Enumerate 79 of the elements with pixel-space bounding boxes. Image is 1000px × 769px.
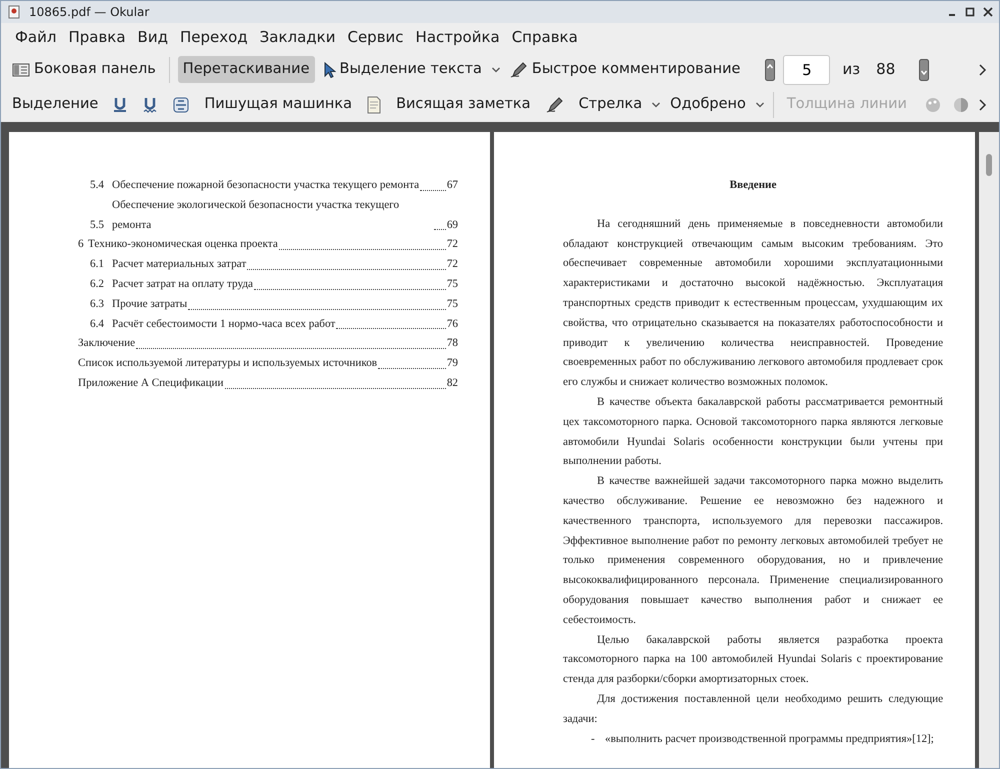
close-icon[interactable] — [983, 7, 993, 17]
page-count: 88 — [876, 59, 896, 80]
page-down-icon[interactable] — [919, 58, 930, 80]
squiggle-underline-icon[interactable] — [143, 96, 158, 112]
tool-button[interactable]: Выделение текста — [318, 56, 487, 84]
scrollbar-thumb[interactable] — [986, 154, 992, 176]
menu-item[interactable]: Справка — [506, 24, 584, 51]
toc-page-number: 75 — [446, 296, 458, 312]
toc-page-number: 78 — [446, 336, 458, 352]
toc-entry[interactable]: Приложение А Спецификации — [78, 374, 224, 394]
tool-button[interactable]: Перетаскивание — [178, 56, 314, 84]
toc-number: 6.4 — [90, 316, 105, 332]
toc-page-number: 72 — [446, 237, 458, 252]
maximize-icon[interactable] — [965, 7, 975, 17]
toc-entry[interactable]: Обеспечение экологической безопасности участка текущего ремонта — [112, 196, 433, 236]
caret-icon[interactable] — [754, 100, 765, 108]
paragraph: В качестве важнейшей задачи таксомоторного парка можно выделить качество обслуживание. Решение ее невозможно без надежного и качественного транспорта, используемого для перевозки пассажиров. Эффективное выполнение работ по ремонту легковых автомобилей требует не только применения современного оборудования, но и привлечение высококвалифицированного персонала. Применение специализированного оборудования повышает качество выполнения работ и снижает ее себестоимость. — [563, 474, 944, 628]
chevron-right-icon[interactable] — [977, 98, 987, 112]
sidebar-button[interactable]: Боковая панель — [7, 56, 161, 84]
dot-leader — [378, 368, 446, 369]
opacity-icon — [952, 96, 970, 112]
annotation-tool-button[interactable]: Выделение — [7, 90, 104, 118]
menu-item[interactable]: Сервис — [341, 24, 410, 51]
annotation-tool-button[interactable]: Пишущая машинка — [199, 90, 358, 118]
menu-item[interactable]: Переход — [174, 24, 254, 51]
toc-page-number: 75 — [446, 276, 458, 292]
page-number-field[interactable]: 5 — [783, 54, 830, 84]
sidebar-icon — [12, 62, 30, 78]
toc-entry[interactable]: Прочие затраты — [112, 294, 188, 315]
annotation-tool-button[interactable]: Висящая заметка — [391, 90, 536, 118]
page-of-label: из — [842, 59, 860, 80]
toc-number: 5.5 — [90, 218, 105, 233]
caret-icon[interactable] — [490, 66, 501, 74]
menu-item[interactable]: Файл — [9, 24, 62, 51]
toc-number: 5.4 — [90, 178, 105, 193]
page-up-icon[interactable] — [765, 58, 776, 80]
paragraph: В качестве объекта бакалаврской работы рассматривается ремонтный цех таксомоторного парка. Основой таксомоторного парка являются легковые автомобили Hyundai Solaris особенности конструкции были учтены при выполнении работы. — [563, 394, 944, 470]
menu-item[interactable]: Правка — [62, 24, 132, 51]
chevron-right-icon[interactable] — [977, 62, 987, 76]
menu-item[interactable]: Настройка — [410, 24, 506, 51]
toc-entry[interactable]: Технико-экономическая оценка проекта — [88, 235, 278, 256]
toc-entry[interactable]: Расчёт себестоимости 1 нормо-часа всех работ — [112, 314, 336, 334]
toc-entry[interactable]: Список используемой литературы и используемых источников — [78, 354, 378, 374]
toc-page-number: 69 — [446, 218, 458, 233]
annotation-tool-button[interactable]: Одобрено — [665, 90, 751, 118]
toc-page-number: 67 — [446, 178, 458, 193]
caret-icon[interactable] — [651, 100, 662, 108]
section-heading: Введение — [728, 178, 778, 193]
pen-icon[interactable] — [546, 96, 564, 112]
menu-item[interactable]: Вид — [132, 24, 174, 51]
paragraph: Целью бакалаврской работы является разработка проекта таксомоторного парка на 100 автомобилей Hyundai Solaris с проектирование стенда для разборки/сборки амортизаторных стоек. — [563, 632, 944, 688]
toc-page-number: 79 — [446, 356, 458, 372]
cursor-icon — [324, 62, 336, 78]
dot-leader — [420, 190, 446, 191]
paragraph: На сегодняшний день применяемые в повседневности автомобили обладают конструкцией отвечающим самым высоким требованиям. Это обеспечивает современные автомобили хорошими эксплуатационными характеристиками и достаточно высокой надёжностью. Эксплуатация транспортных средств приводит к естественным процессам, ухудшающим их свойства, что отрицательно сказывается на показателях работоспособности и приводит к увеличению количества неисправностей. Проведение своевременных работ по обслуживанию легкового автомобиля продлевает срок его службы и снижает количество возможных поломок. — [563, 216, 944, 390]
toc-entry[interactable]: Расчет материальных затрат — [112, 255, 246, 275]
scrollbar[interactable] — [979, 132, 999, 768]
toc-page-number: 82 — [446, 376, 458, 391]
toc-number: 6.1 — [90, 257, 105, 272]
window-title: 10865.pdf — Okular — [29, 4, 150, 21]
list-item-text: «выполнить расчет производственной программы предприятия»[12]; — [605, 732, 934, 747]
app-icon — [7, 5, 21, 19]
toc-entry[interactable]: Обеспечение пожарной безопасности участка текущего ремонта — [112, 176, 420, 196]
toc-page-number: 72 — [446, 257, 458, 272]
list-marker: - — [591, 732, 596, 747]
toc-entry[interactable]: Расчет затрат на оплату труда — [112, 274, 254, 295]
dot-leader — [434, 229, 446, 230]
pen-icon — [510, 62, 528, 78]
menu-item[interactable]: Закладки — [254, 24, 342, 51]
note-icon[interactable] — [367, 96, 382, 114]
tool-button[interactable]: Быстрое комментирование — [504, 56, 746, 84]
annotation-tool-button[interactable]: Стрелка — [574, 90, 648, 118]
toc-number: 6.2 — [90, 276, 105, 292]
toc-entry[interactable]: Заключение — [78, 334, 136, 354]
toc-number: 6 — [78, 237, 85, 252]
paragraph: Для достижения поставленной цели необходимо решить следующие задачи: — [563, 692, 944, 727]
underline-icon[interactable] — [113, 96, 128, 112]
toc-page-number: 76 — [446, 316, 458, 332]
toc-number: 6.3 — [90, 296, 105, 312]
